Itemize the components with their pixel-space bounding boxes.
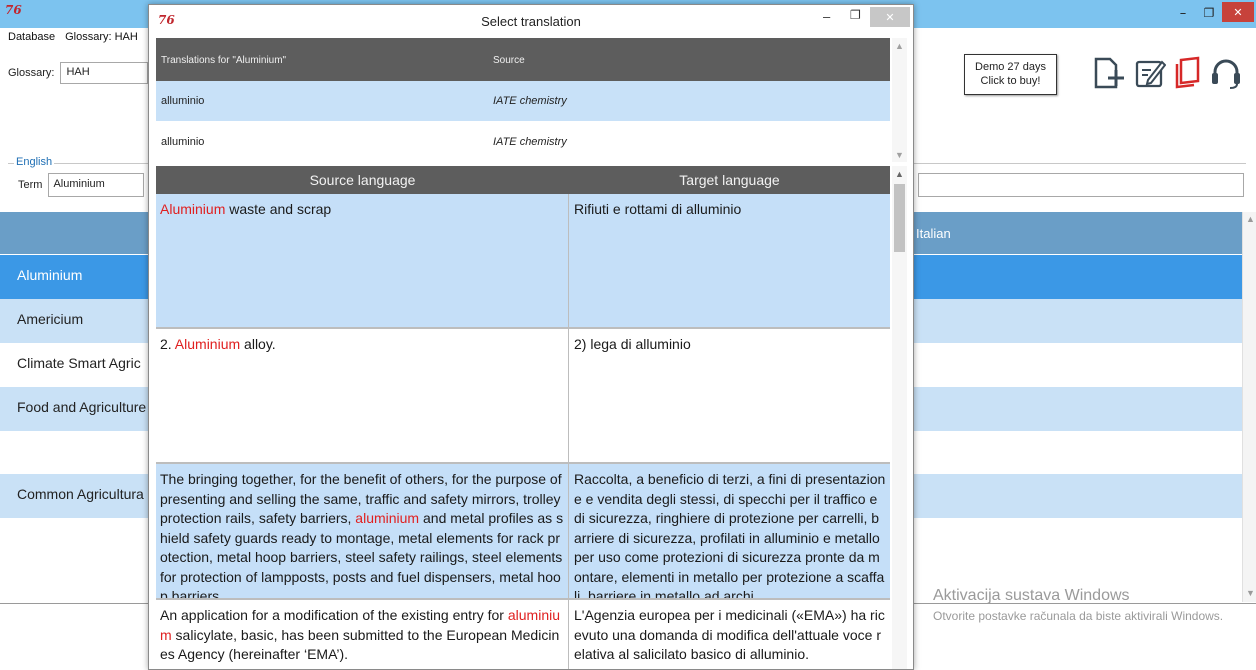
demo-days-text: Demo 27 days <box>975 61 1046 73</box>
context-scrollbar[interactable]: ▲ <box>892 166 907 669</box>
activation-title: Aktivacija sustava Windows <box>933 587 1130 604</box>
language-group-label: English <box>14 156 55 168</box>
target-text: 2) lega di alluminio <box>574 336 691 352</box>
grid-row-label: Common Agricultura <box>17 486 144 502</box>
scroll-up-arrow-icon[interactable]: ▲ <box>1246 214 1255 224</box>
scroll-down-arrow-icon[interactable]: ▼ <box>895 150 904 160</box>
context-row[interactable]: 2. Aluminium alloy. 2) lega di alluminio <box>156 329 890 464</box>
highlighted-term: Aluminium <box>174 336 241 352</box>
translation-source: IATE chemistry <box>493 95 567 107</box>
header-translations: Translations for "Aluminium" <box>161 55 287 66</box>
scroll-up-arrow-icon[interactable]: ▲ <box>895 169 904 179</box>
dialog-minimize-button[interactable]: – <box>823 9 830 24</box>
term-label: Term <box>18 179 43 191</box>
translations-scrollbar[interactable]: ▲ ▼ <box>892 38 907 162</box>
term-row: Term Aluminium <box>18 173 145 197</box>
add-entry-icon[interactable] <box>1092 56 1124 90</box>
translations-header: Translations for "Aluminium" Source <box>156 38 890 81</box>
glossary-selector: Glossary: HAH <box>8 62 149 84</box>
term-input[interactable]: Aluminium <box>48 173 145 197</box>
translation-term: alluminio <box>161 95 205 107</box>
grid-row-label: Americium <box>17 311 84 327</box>
dialog-close-button[interactable]: ✕ <box>870 7 910 27</box>
menu-bar: Database Glossary: HAH <box>0 28 150 46</box>
context-table: Source language Target language Aluminiu… <box>156 166 890 669</box>
glossary-dropdown[interactable]: HAH <box>60 62 149 84</box>
target-text: Rifiuti e rottami di alluminio <box>574 201 742 217</box>
menu-glossary[interactable]: Glossary: HAH <box>65 31 138 43</box>
header-source-language: Source language <box>309 172 416 188</box>
translation-row[interactable]: alluminio IATE chemistry <box>156 122 890 162</box>
grid-header-italian: Italian <box>916 226 951 241</box>
grid-row-label: Climate Smart Agric <box>17 355 141 371</box>
source-text: 2. Aluminium alloy. <box>156 329 569 462</box>
scroll-down-arrow-icon[interactable]: ▼ <box>1246 588 1255 598</box>
highlighted-term: Aluminium <box>160 201 226 217</box>
select-translation-dialog: 76 Select translation – ❐ ✕ Translations… <box>148 4 914 670</box>
maximize-button[interactable]: ❐ <box>1196 2 1222 24</box>
translation-source: IATE chemistry <box>493 136 567 148</box>
context-row[interactable]: An application for a modification of the… <box>156 600 890 669</box>
target-text: Raccolta, a beneficio di terzi, a fini d… <box>574 471 886 598</box>
context-header: Source language Target language <box>156 166 890 194</box>
book-icon[interactable] <box>1172 56 1204 90</box>
demo-buy-button[interactable]: Demo 27 days Click to buy! <box>964 54 1057 95</box>
header-source: Source <box>493 55 525 66</box>
translation-term: alluminio <box>161 136 205 148</box>
translation-row[interactable]: alluminio IATE chemistry <box>156 81 890 121</box>
target-text: L'Agenzia europea per i medicinali («EMA… <box>574 607 885 662</box>
edit-entry-icon[interactable] <box>1134 56 1167 90</box>
scroll-up-arrow-icon[interactable]: ▲ <box>895 41 904 51</box>
scroll-thumb[interactable] <box>894 184 905 252</box>
dialog-titlebar[interactable]: 76 Select translation – ❐ ✕ <box>149 5 913 37</box>
grid-row-label: Aluminium <box>17 267 83 283</box>
minimize-button[interactable]: – <box>1170 2 1196 24</box>
highlighted-term: aluminium <box>355 510 420 526</box>
activation-text: Otvorite postavke računala da biste akti… <box>933 609 1224 623</box>
target-term-input[interactable] <box>918 173 1244 197</box>
source-text: Aluminium waste and scrap <box>156 194 569 327</box>
close-button[interactable]: ✕ <box>1222 2 1254 22</box>
translations-table: Translations for "Aluminium" Source allu… <box>156 38 890 162</box>
dialog-maximize-button[interactable]: ❐ <box>850 8 861 22</box>
source-text: An application for a modification of the… <box>156 600 569 669</box>
context-row[interactable]: Aluminium waste and scrap Rifiuti e rott… <box>156 194 890 329</box>
grid-row-label: Food and Agriculture <box>17 399 147 415</box>
app-logo: 76 <box>5 3 22 17</box>
glossary-label: Glossary: <box>8 67 55 79</box>
windows-activation-watermark: Aktivacija sustava Windows Otvorite post… <box>933 585 1233 625</box>
context-row[interactable]: The bringing together, for the benefit o… <box>156 464 890 600</box>
source-text: The bringing together, for the benefit o… <box>156 464 569 598</box>
click-to-buy-text: Click to buy! <box>980 75 1041 87</box>
headset-support-icon[interactable] <box>1210 56 1242 90</box>
header-target-language: Target language <box>679 172 780 188</box>
results-scrollbar[interactable]: ▲ ▼ <box>1242 212 1256 602</box>
menu-database[interactable]: Database <box>8 31 55 43</box>
dialog-title: Select translation <box>481 14 581 29</box>
